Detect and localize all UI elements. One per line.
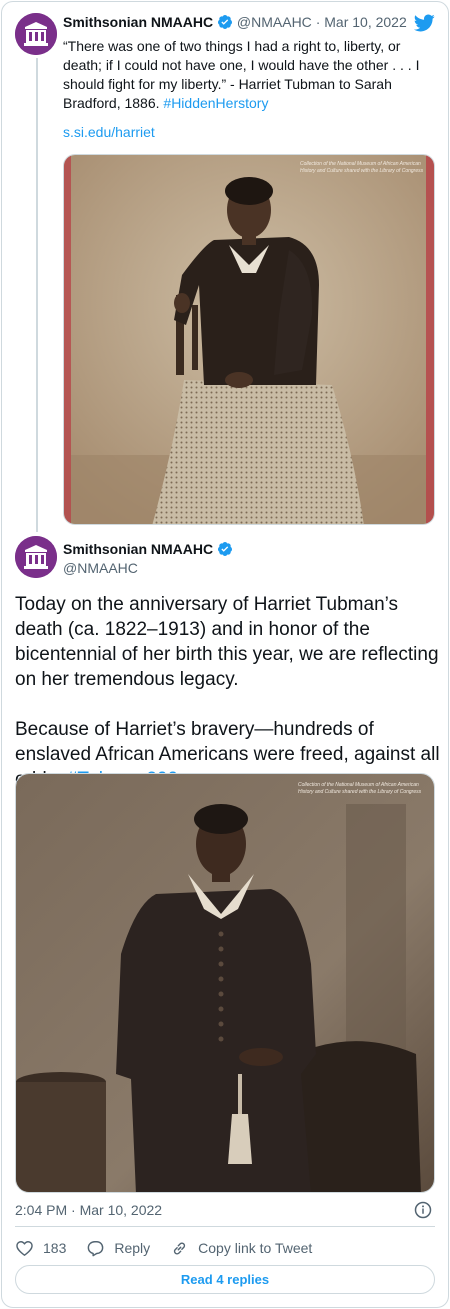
read-replies-button[interactable]: Read 4 replies xyxy=(15,1265,435,1294)
tweet-paragraph-1: Today on the anniversary of Harriet Tubm… xyxy=(15,594,439,690)
author-handle[interactable]: @NMAAHC xyxy=(63,560,138,576)
photo-standing-portrait-image xyxy=(16,774,434,1192)
header-separator: · xyxy=(315,14,321,30)
quoted-tweet-url[interactable]: s.si.edu/harriet xyxy=(63,124,155,140)
copy-link-label: Copy link to Tweet xyxy=(198,1240,313,1256)
main-tweet-text: Today on the anniversary of Harriet Tubm… xyxy=(15,592,440,792)
reply-label: Reply xyxy=(114,1240,151,1256)
tweet-date[interactable]: Mar 10, 2022 xyxy=(324,14,407,30)
reply-button[interactable]: Reply xyxy=(86,1239,150,1258)
photo-credit-caption: Collection of the National Museum of Afr… xyxy=(300,161,424,174)
author-name[interactable]: Smithsonian NMAAHC xyxy=(63,541,213,557)
thread-line xyxy=(36,58,38,532)
reply-bubble-icon xyxy=(88,1240,104,1256)
author-name[interactable]: Smithsonian NMAAHC xyxy=(63,14,213,30)
info-icon[interactable] xyxy=(414,1201,432,1219)
photo-seated-portrait-image xyxy=(64,155,434,524)
tweet-actions: 183 Reply Copy link to Tweet xyxy=(15,1237,332,1259)
verified-badge-icon xyxy=(218,542,233,556)
smithsonian-logo-icon xyxy=(15,536,57,578)
avatar[interactable] xyxy=(15,536,57,578)
photo-credit-caption: Collection of the National Museum of Afr… xyxy=(298,782,422,795)
tweet-photo-seated-portrait[interactable]: Collection of the National Museum of Afr… xyxy=(63,154,435,525)
author-handle[interactable]: @NMAAHC xyxy=(237,14,312,30)
avatar[interactable] xyxy=(15,13,57,55)
main-author-row: Smithsonian NMAAHC xyxy=(63,541,233,557)
smithsonian-logo-icon xyxy=(15,13,57,55)
tweet-timestamp[interactable]: 2:04 PM · Mar 10, 2022 xyxy=(15,1202,162,1218)
link-icon xyxy=(174,1242,186,1254)
quoted-tweet-text: “There was one of two things I had a rig… xyxy=(63,37,423,113)
quoted-tweet-header: Smithsonian NMAAHC @NMAAHC · Mar 10, 202… xyxy=(63,14,407,30)
twitter-bird-icon[interactable] xyxy=(413,12,435,34)
copy-link-button[interactable]: Copy link to Tweet xyxy=(170,1239,312,1258)
like-count: 183 xyxy=(43,1240,67,1256)
heart-icon xyxy=(16,1240,33,1256)
like-button[interactable]: 183 xyxy=(15,1239,66,1258)
tweet-photo-standing-portrait[interactable]: Collection of the National Museum of Afr… xyxy=(15,773,435,1193)
hashtag-link[interactable]: #HiddenHerstory xyxy=(163,95,268,111)
verified-badge-icon xyxy=(218,15,233,29)
divider xyxy=(15,1226,435,1227)
